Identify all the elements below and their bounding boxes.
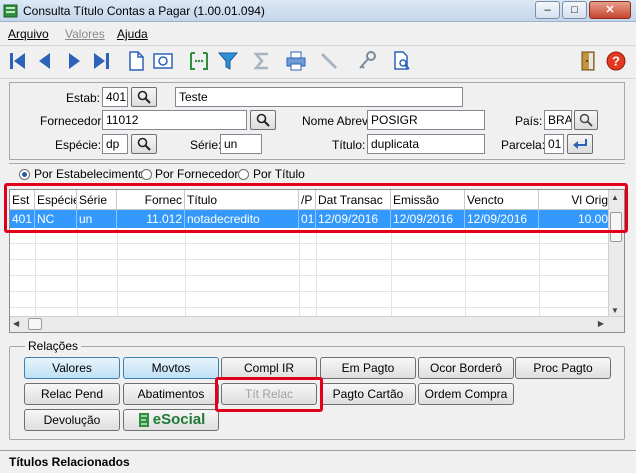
goto-icon[interactable] <box>187 48 211 74</box>
grid-divider <box>539 228 540 318</box>
proc-pagto-button[interactable]: Proc Pagto <box>515 357 611 379</box>
horizontal-scrollbar[interactable]: ◀ ▶ <box>10 316 624 332</box>
empty-row <box>10 244 610 260</box>
grid-divider <box>465 228 466 318</box>
app-icon <box>3 4 18 18</box>
relac-pend-button[interactable]: Relac Pend <box>24 383 120 405</box>
grid-divider <box>299 228 300 318</box>
especie-label: Espécie: <box>55 138 102 152</box>
order-fornecedor-radio[interactable] <box>141 169 152 180</box>
esocial-button[interactable]: eSocial <box>123 409 219 431</box>
estab-name-field[interactable]: Teste <box>175 87 463 107</box>
order-titulo-label: Por Título <box>253 167 305 181</box>
parcela-field[interactable]: 01 <box>544 134 564 154</box>
valores-button[interactable]: Valores <box>24 357 120 379</box>
parcela-label: Parcela: <box>501 138 546 152</box>
especie-field[interactable]: dp <box>102 134 128 154</box>
pais-lookup-button[interactable] <box>574 110 598 130</box>
relacoes-label: Relações <box>25 339 82 353</box>
esocial-label: eSocial <box>152 411 206 428</box>
movtos-button[interactable]: Movtos <box>123 357 219 379</box>
fornecedor-lookup-button[interactable] <box>250 110 276 130</box>
menu-ajuda[interactable]: Ajuda <box>117 27 148 41</box>
empty-row <box>10 276 610 292</box>
next-record-icon[interactable] <box>62 48 86 74</box>
grid-divider <box>35 228 36 318</box>
scroll-down-icon[interactable]: ▼ <box>611 306 619 315</box>
document-search-icon[interactable] <box>390 48 414 74</box>
maximize-icon[interactable]: □ <box>562 1 587 19</box>
scroll-left-icon[interactable]: ◀ <box>13 319 19 328</box>
ordem-compra-button[interactable]: Ordem Compra <box>418 383 514 405</box>
fornecedor-field[interactable]: 11012 <box>102 110 247 130</box>
window-title: Consulta Título Contas a Pagar (1.00.01.… <box>23 4 265 18</box>
exit-icon[interactable] <box>577 48 601 74</box>
em-pagto-button[interactable]: Em Pagto <box>320 357 416 379</box>
magnifier-icon <box>137 137 151 151</box>
empty-row <box>10 260 610 276</box>
grid-divider <box>391 228 392 318</box>
enter-arrow-icon <box>573 139 587 149</box>
previous-record-icon[interactable] <box>33 48 57 74</box>
magnifier-icon <box>256 113 270 127</box>
grid-divider <box>117 228 118 318</box>
estab-label: Estab: <box>66 91 101 105</box>
especie-lookup-button[interactable] <box>131 134 157 154</box>
order-estab-label: Por Estabelecimento <box>34 167 145 181</box>
menu-arquivo[interactable]: Arquivo <box>8 27 49 41</box>
nome-abrev-label: Nome Abrev: <box>302 114 372 128</box>
estab-field[interactable]: 401 <box>102 87 128 107</box>
estab-lookup-button[interactable] <box>131 87 157 107</box>
last-record-icon[interactable] <box>89 48 113 74</box>
print-icon[interactable] <box>284 48 308 74</box>
grid-divider <box>185 228 186 318</box>
preview-icon[interactable] <box>151 48 175 74</box>
serie-label: Série: <box>190 138 222 152</box>
order-estab-radio[interactable] <box>19 169 30 180</box>
grid-divider <box>77 228 78 318</box>
close-icon[interactable]: ✕ <box>589 1 631 19</box>
pencil-icon[interactable] <box>317 48 341 74</box>
esocial-logo-icon <box>138 413 149 427</box>
filter-icon[interactable] <box>216 48 240 74</box>
go-button[interactable] <box>567 134 593 154</box>
minimize-icon[interactable]: – <box>535 1 560 19</box>
empty-row <box>10 292 610 308</box>
magnifier-icon <box>579 113 593 127</box>
highlight-box-grid <box>4 183 628 233</box>
first-record-icon[interactable] <box>6 48 30 74</box>
serie-field[interactable]: un <box>220 134 262 154</box>
magnifier-icon <box>137 90 151 104</box>
highlight-box-tit-relac <box>215 377 323 412</box>
menu-valores[interactable]: Valores <box>65 27 105 41</box>
svg-text:?: ? <box>612 54 620 69</box>
devolucao-button[interactable]: Devolução <box>24 409 120 431</box>
horizontal-scroll-thumb[interactable] <box>28 318 42 330</box>
order-fornecedor-label: Por Fornecedor <box>155 167 239 181</box>
fornecedor-label: Fornecedor: <box>40 114 105 128</box>
abatimentos-button[interactable]: Abatimentos <box>123 383 219 405</box>
document-icon[interactable] <box>124 48 148 74</box>
help-icon[interactable]: ? <box>604 48 628 74</box>
scroll-right-icon[interactable]: ▶ <box>598 319 604 328</box>
status-text: Títulos Relacionados <box>9 455 130 469</box>
sum-icon[interactable] <box>250 48 274 74</box>
compl-ir-button[interactable]: Compl IR <box>221 357 317 379</box>
ocor-bordero-button[interactable]: Ocor Borderô <box>418 357 514 379</box>
pais-label: País: <box>515 114 543 128</box>
nome-abrev-field[interactable]: POSIGR <box>367 110 485 130</box>
grid-divider <box>316 228 317 318</box>
titulo-field[interactable]: duplicata <box>367 134 485 154</box>
status-bar: Títulos Relacionados <box>0 450 636 473</box>
titulo-label: Título: <box>332 138 366 152</box>
order-titulo-radio[interactable] <box>238 169 249 180</box>
key-icon[interactable] <box>355 48 379 74</box>
pagto-cartao-button[interactable]: Pagto Cartão <box>320 383 416 405</box>
pais-field[interactable]: BRA <box>544 110 572 130</box>
